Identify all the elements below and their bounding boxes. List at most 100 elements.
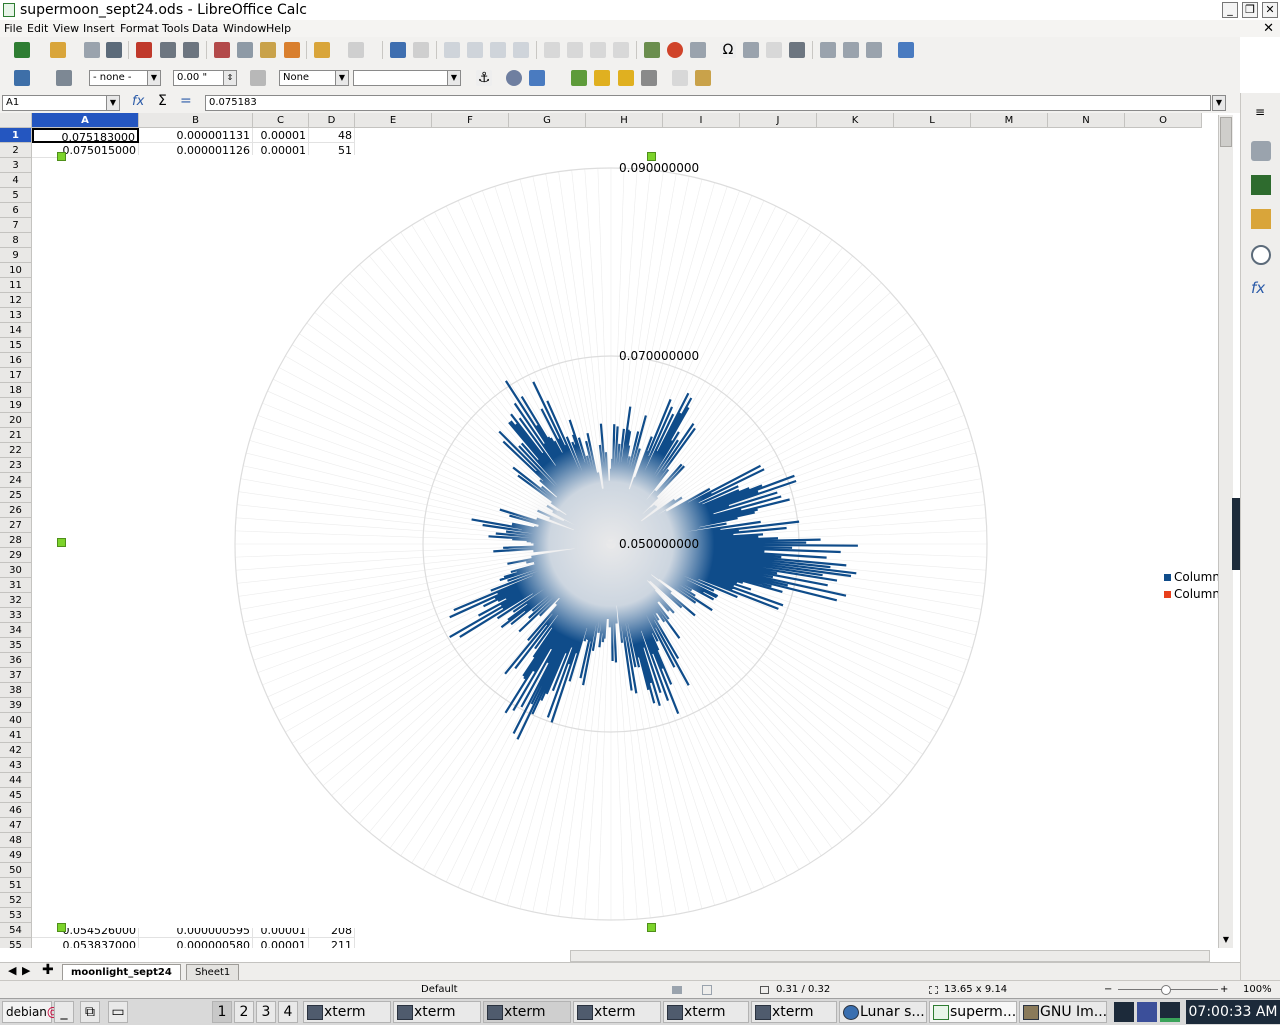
cell-b55[interactable]: 0.000000580 <box>139 938 253 948</box>
row-header[interactable]: 21 <box>0 428 32 443</box>
sort-ascending-icon[interactable] <box>567 42 583 58</box>
row-header[interactable]: 14 <box>0 323 32 338</box>
row-header[interactable]: 2 <box>0 143 32 158</box>
row-header[interactable]: 39 <box>0 698 32 713</box>
row-header[interactable]: 1 <box>0 128 32 143</box>
cell-c1[interactable]: 0.00001 <box>253 128 309 143</box>
zoom-slider-handle[interactable] <box>1161 985 1171 995</box>
clone-formatting-icon[interactable] <box>284 42 300 58</box>
send-backward-icon[interactable] <box>618 70 634 86</box>
cell-a1[interactable]: 0.075183000 <box>32 128 139 144</box>
desktop-1[interactable]: 1 <box>212 1001 232 1023</box>
send-to-back-icon[interactable] <box>641 70 657 86</box>
row-header[interactable]: 9 <box>0 248 32 263</box>
headers-footers-icon[interactable] <box>789 42 805 58</box>
column-header-g[interactable]: G <box>509 113 586 128</box>
insert-chart-icon[interactable] <box>667 42 683 58</box>
row-header[interactable]: 16 <box>0 353 32 368</box>
properties-icon[interactable] <box>1251 141 1271 161</box>
redo-icon[interactable] <box>348 42 364 58</box>
column-icon[interactable] <box>467 42 483 58</box>
row-header[interactable]: 11 <box>0 278 32 293</box>
row-header[interactable]: 19 <box>0 398 32 413</box>
show-draw-functions-icon[interactable] <box>898 42 914 58</box>
cut-icon[interactable] <box>214 42 230 58</box>
pivot-table-icon[interactable] <box>690 42 706 58</box>
insert-column-icon[interactable] <box>513 42 529 58</box>
close-window-button[interactable]: ✕ <box>1262 2 1278 18</box>
insert-row-icon[interactable] <box>490 42 506 58</box>
window-list-icon[interactable]: ⧉ <box>80 1001 100 1023</box>
special-character-icon[interactable]: Ω <box>720 42 736 58</box>
row-header[interactable]: 48 <box>0 833 32 848</box>
line-style-select[interactable]: - none - ▼ <box>89 70 161 86</box>
menu-view[interactable]: View <box>53 20 79 37</box>
row-header[interactable]: 38 <box>0 683 32 698</box>
task-xterm-4[interactable]: xterm <box>573 1001 661 1023</box>
column-header-d[interactable]: D <box>309 113 355 128</box>
row-header[interactable]: 24 <box>0 473 32 488</box>
row-header[interactable]: 43 <box>0 758 32 773</box>
row-header[interactable]: 45 <box>0 788 32 803</box>
next-sheet-icon[interactable]: ▶ <box>22 964 30 977</box>
group-icon[interactable] <box>672 70 688 86</box>
minimize-button[interactable]: _ <box>1222 2 1238 18</box>
row-header[interactable]: 44 <box>0 773 32 788</box>
first-sheet-icon[interactable]: ◀ <box>8 964 16 977</box>
cell-c55[interactable]: 0.00001 <box>253 938 309 948</box>
row-header[interactable]: 25 <box>0 488 32 503</box>
zoom-in-icon[interactable]: + <box>1220 981 1228 999</box>
paste-icon[interactable] <box>260 42 276 58</box>
column-header-c[interactable]: C <box>253 113 309 128</box>
sheet-tab-sheet1[interactable]: Sheet1 <box>186 964 240 981</box>
menu-data[interactable]: Data <box>192 20 218 37</box>
rotate-icon[interactable] <box>506 70 522 86</box>
row-header[interactable]: 27 <box>0 518 32 533</box>
cell-b1[interactable]: 0.000001131 <box>139 128 253 143</box>
row-header[interactable]: 12 <box>0 293 32 308</box>
sort-descending-icon[interactable] <box>590 42 606 58</box>
task-xterm-2[interactable]: xterm <box>393 1001 481 1023</box>
sidebar-menu-icon[interactable]: ≡ <box>1255 105 1265 119</box>
desktop-2[interactable]: 2 <box>234 1001 254 1023</box>
row-header[interactable]: 54 <box>0 923 32 938</box>
row-header[interactable]: 36 <box>0 653 32 668</box>
print-icon[interactable] <box>160 42 176 58</box>
selection-handle[interactable] <box>647 923 656 932</box>
selection-handle[interactable] <box>57 538 66 547</box>
desktop-3[interactable]: 3 <box>256 1001 276 1023</box>
sum-icon[interactable]: Σ <box>158 93 167 109</box>
align-icon[interactable] <box>529 70 545 86</box>
object-properties-icon[interactable] <box>695 70 711 86</box>
print-preview-icon[interactable] <box>183 42 199 58</box>
row-header[interactable]: 4 <box>0 173 32 188</box>
polar-chart[interactable]: 0.050000000 0.070000000 0.090000000 <box>60 155 1218 928</box>
area-fill-select[interactable]: ▼ <box>353 70 461 86</box>
row-header[interactable]: 50 <box>0 863 32 878</box>
spelling-icon[interactable] <box>413 42 429 58</box>
row-header[interactable]: 49 <box>0 848 32 863</box>
cell-d1[interactable]: 48 <box>309 128 355 143</box>
close-document-icon[interactable]: ✕ <box>1263 20 1274 37</box>
maximize-button[interactable]: ❐ <box>1242 2 1258 18</box>
menu-tools[interactable]: Tools <box>162 20 189 37</box>
vertical-scrollbar[interactable]: ▼ <box>1218 115 1233 948</box>
zoom-level[interactable]: 100% <box>1243 981 1272 999</box>
undo-icon[interactable] <box>314 42 330 58</box>
minimize-all-icon[interactable]: _ <box>54 1001 74 1023</box>
hyperlink-icon[interactable] <box>743 42 759 58</box>
row-header[interactable]: 47 <box>0 818 32 833</box>
find-replace-icon[interactable] <box>390 42 406 58</box>
row-header[interactable]: 35 <box>0 638 32 653</box>
row-icon[interactable] <box>444 42 460 58</box>
save-as-icon[interactable] <box>106 42 122 58</box>
column-header-h[interactable]: H <box>586 113 663 128</box>
clock[interactable]: 07:00:33 AM <box>1186 1000 1280 1024</box>
column-header-j[interactable]: J <box>740 113 817 128</box>
row-header[interactable]: 30 <box>0 563 32 578</box>
insert-image-icon[interactable] <box>644 42 660 58</box>
freeze-rows-icon[interactable] <box>843 42 859 58</box>
sidebar-collapse-handle[interactable] <box>1232 498 1240 570</box>
menu-insert[interactable]: Insert <box>83 20 115 37</box>
task-xterm-3[interactable]: xterm <box>483 1001 571 1023</box>
